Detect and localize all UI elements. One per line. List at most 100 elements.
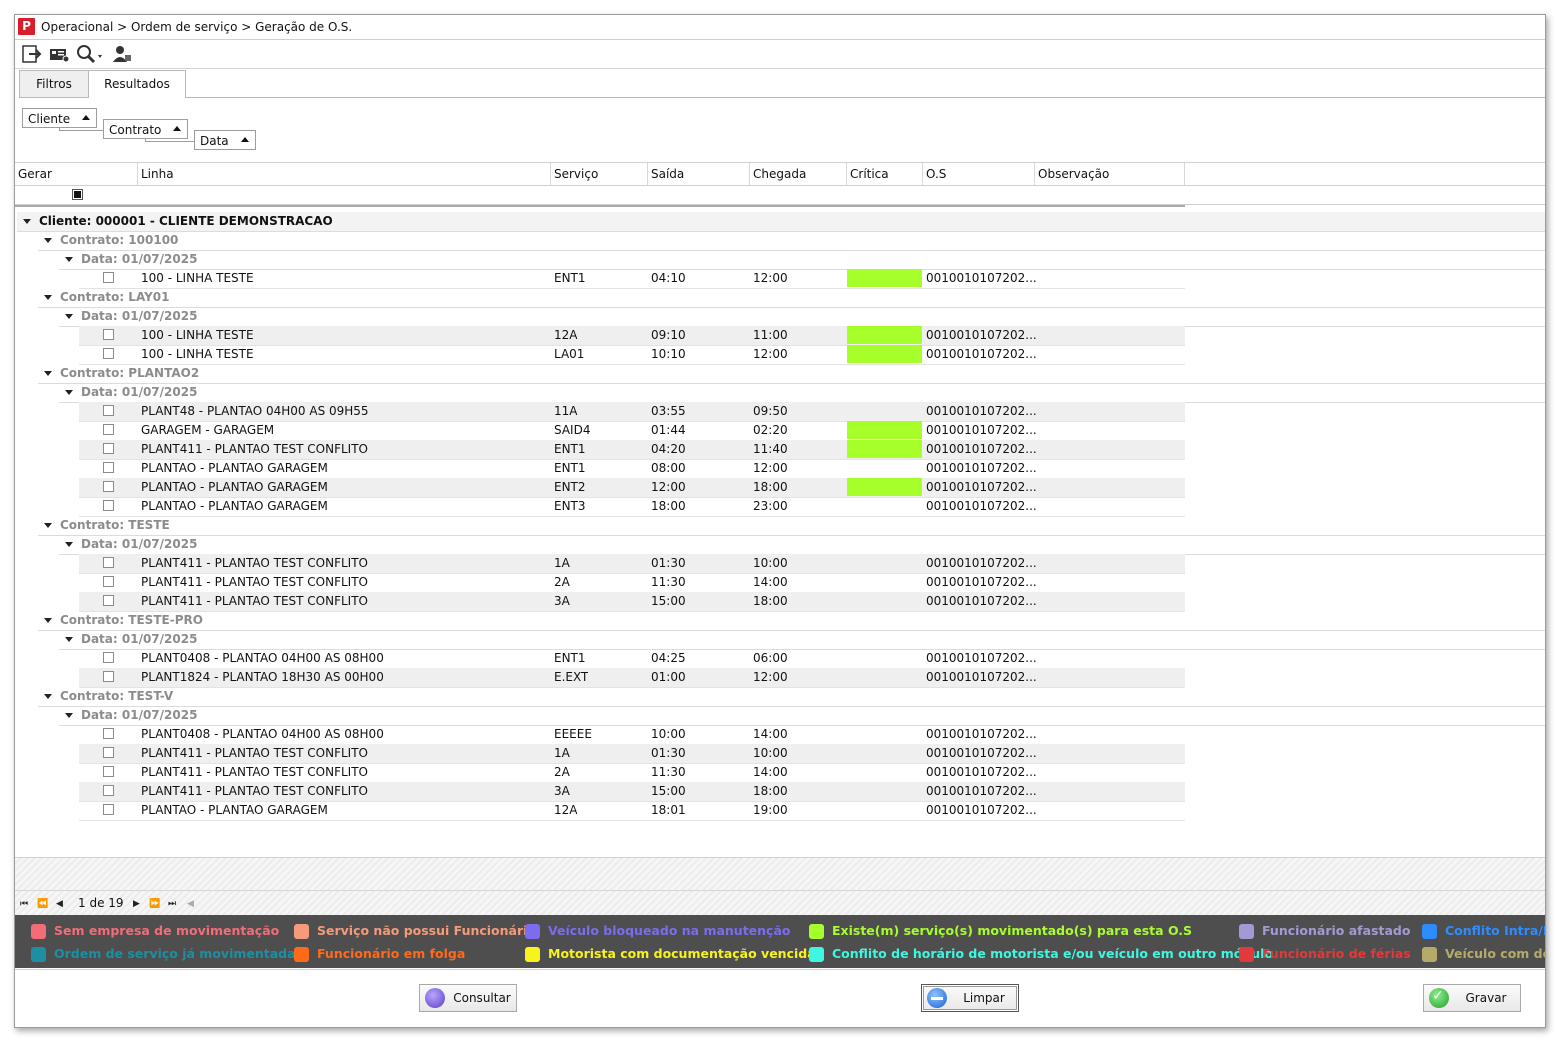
group-row-contrato[interactable]: Contrato: TESTE-PRO xyxy=(38,611,1545,631)
table-row[interactable]: GARAGEM - GARAGEM SAID4 01:44 02:20 00100101… xyxy=(79,421,1185,441)
table-row[interactable]: PLANT0408 - PLANTAO 04H00 AS 08H00 ENT1 04… xyxy=(79,649,1185,669)
table-row[interactable]: PLANT411 - PLANTAO TEST CONFLITO ENT1 04:2… xyxy=(79,440,1185,460)
group-row-contrato[interactable]: Contrato: 100100 xyxy=(38,231,1545,251)
collapse-icon[interactable] xyxy=(44,523,52,528)
tab-resultados[interactable]: Resultados xyxy=(88,70,186,98)
row-checkbox[interactable] xyxy=(103,747,114,758)
exit-icon[interactable] xyxy=(21,43,43,65)
group-chip-contrato[interactable]: Contrato xyxy=(103,119,188,139)
table-row[interactable]: PLANTAO - PLANTAO GARAGEM ENT3 18:00 23:00 0… xyxy=(79,497,1185,517)
row-checkbox[interactable] xyxy=(103,481,114,492)
group-row-data[interactable]: Data: 01/07/2025 xyxy=(59,706,1545,726)
group-row-data[interactable]: Data: 01/07/2025 xyxy=(59,307,1545,327)
column-header-chegada[interactable]: Chegada xyxy=(750,163,847,185)
table-row[interactable]: 100 - LINHA TESTE ENT1 04:10 12:00 001001010… xyxy=(79,269,1185,289)
refresh-icon[interactable]: ◀ xyxy=(187,899,194,909)
row-checkbox[interactable] xyxy=(103,500,114,511)
table-row[interactable]: PLANT411 - PLANTAO TEST CONFLITO 1A 01:30 1… xyxy=(79,744,1185,764)
cell-chegada: 02:20 xyxy=(753,423,788,437)
row-checkbox[interactable] xyxy=(103,272,114,283)
row-checkbox[interactable] xyxy=(103,804,114,815)
collapse-icon[interactable] xyxy=(65,713,73,718)
cell-linha: PLANTAO - PLANTAO GARAGEM xyxy=(141,803,328,817)
next-page-icon[interactable]: ▶ xyxy=(133,899,140,909)
row-checkbox[interactable] xyxy=(103,652,114,663)
collapse-icon[interactable] xyxy=(65,542,73,547)
search-dropdown-icon[interactable] xyxy=(75,43,105,65)
group-row-data[interactable]: Data: 01/07/2025 xyxy=(59,383,1545,403)
collapse-icon[interactable] xyxy=(44,295,52,300)
group-chip-cliente[interactable]: Cliente xyxy=(22,108,97,128)
row-checkbox[interactable] xyxy=(103,595,114,606)
collapse-icon[interactable] xyxy=(44,618,52,623)
table-row[interactable]: PLANT411 - PLANTAO TEST CONFLITO 1A 01:30 1… xyxy=(79,554,1185,574)
group-row-data[interactable]: Data: 01/07/2025 xyxy=(59,250,1545,270)
column-header-saida[interactable]: Saída xyxy=(648,163,750,185)
row-checkbox[interactable] xyxy=(103,348,114,359)
row-checkbox[interactable] xyxy=(103,576,114,587)
row-checkbox[interactable] xyxy=(103,671,114,682)
row-checkbox[interactable] xyxy=(103,462,114,473)
collapse-icon[interactable] xyxy=(44,238,52,243)
table-row[interactable]: PLANT411 - PLANTAO TEST CONFLITO 2A 11:30 1… xyxy=(79,763,1185,783)
row-checkbox[interactable] xyxy=(103,785,114,796)
row-checkbox[interactable] xyxy=(103,766,114,777)
collapse-icon[interactable] xyxy=(65,314,73,319)
first-page-icon[interactable]: ⏮ xyxy=(20,899,28,909)
table-row[interactable]: PLANTAO - PLANTAO GARAGEM ENT1 08:00 12:00 0… xyxy=(79,459,1185,479)
limpar-button[interactable]: Limpar xyxy=(921,984,1019,1012)
column-header-linha[interactable]: Linha xyxy=(138,163,551,185)
row-checkbox[interactable] xyxy=(103,405,114,416)
select-all-checkbox[interactable] xyxy=(72,189,83,200)
table-row[interactable]: PLANT411 - PLANTAO TEST CONFLITO 2A 11:30 1… xyxy=(79,573,1185,593)
column-header-os[interactable]: O.S xyxy=(923,163,1035,185)
gravar-button[interactable]: ✓ Gravar xyxy=(1423,984,1521,1012)
collapse-icon[interactable] xyxy=(65,390,73,395)
table-row[interactable]: 100 - LINHA TESTE 12A 09:10 11:00 0010010107… xyxy=(79,326,1185,346)
collapse-icon[interactable] xyxy=(23,219,31,224)
group-row-label: Data: 01/07/2025 xyxy=(81,632,198,646)
table-row[interactable]: PLANT0408 - PLANTAO 04H00 AS 08H00 EEEEE 1… xyxy=(79,725,1185,745)
group-row-contrato[interactable]: Contrato: TESTE xyxy=(38,516,1545,536)
collapse-icon[interactable] xyxy=(44,371,52,376)
group-row-contrato[interactable]: Contrato: TEST-V xyxy=(38,687,1545,707)
row-checkbox[interactable] xyxy=(103,557,114,568)
group-row-contrato[interactable]: Contrato: LAY01 xyxy=(38,288,1545,308)
row-checkbox[interactable] xyxy=(103,443,114,454)
row-checkbox[interactable] xyxy=(103,424,114,435)
prev-page-icon[interactable]: ◀ xyxy=(56,899,63,909)
prev-group-icon[interactable]: ⏪ xyxy=(37,899,48,909)
group-chip-label: Cliente xyxy=(28,112,71,126)
group-row-contrato[interactable]: Contrato: PLANTAO2 xyxy=(38,364,1545,384)
cell-saida: 01:30 xyxy=(651,746,686,760)
user-icon[interactable] xyxy=(111,43,133,65)
row-checkbox[interactable] xyxy=(103,728,114,739)
group-row-cliente[interactable]: Cliente: 000001 - CLIENTE DEMONSTRACAO xyxy=(17,212,1545,232)
collapse-icon[interactable] xyxy=(65,637,73,642)
cell-os: 0010010107202... xyxy=(926,328,1037,342)
group-row-data[interactable]: Data: 01/07/2025 xyxy=(59,630,1545,650)
collapse-icon[interactable] xyxy=(65,257,73,262)
vehicle-card-icon[interactable] xyxy=(48,43,70,65)
table-row[interactable]: PLANTAO - PLANTAO GARAGEM ENT2 12:00 18:00 0… xyxy=(79,478,1185,498)
tab-filtros[interactable]: Filtros xyxy=(19,70,89,97)
table-row[interactable]: PLANT411 - PLANTAO TEST CONFLITO 3A 15:00 1… xyxy=(79,592,1185,612)
column-header-servico[interactable]: Serviço xyxy=(551,163,648,185)
group-row-data[interactable]: Data: 01/07/2025 xyxy=(59,535,1545,555)
row-checkbox[interactable] xyxy=(103,329,114,340)
check-glyph: ✓ xyxy=(1432,988,1444,1004)
last-page-icon[interactable]: ⏭ xyxy=(168,899,176,909)
collapse-icon[interactable] xyxy=(44,694,52,699)
group-chip-data[interactable]: Data xyxy=(194,130,256,150)
table-row[interactable]: PLANTAO - PLANTAO GARAGEM 12A 18:01 19:00 00… xyxy=(79,801,1185,821)
table-row[interactable]: PLANT1824 - PLANTAO 18H30 AS 00H00 E.EXT 0… xyxy=(79,668,1185,688)
cell-chegada: 10:00 xyxy=(753,746,788,760)
next-group-icon[interactable]: ⏩ xyxy=(149,899,160,909)
table-row[interactable]: PLANT411 - PLANTAO TEST CONFLITO 3A 15:00 1… xyxy=(79,782,1185,802)
column-header-gerar[interactable]: Gerar xyxy=(15,163,138,185)
column-header-critica[interactable]: Crítica xyxy=(847,163,923,185)
column-header-observacao[interactable]: Observação xyxy=(1035,163,1185,185)
table-row[interactable]: PLANT48 - PLANTAO 04H00 AS 09H55 11A 03:55… xyxy=(79,402,1185,422)
consultar-button[interactable]: Consultar xyxy=(419,984,517,1012)
table-row[interactable]: 100 - LINHA TESTE LA01 10:10 12:00 001001010… xyxy=(79,345,1185,365)
